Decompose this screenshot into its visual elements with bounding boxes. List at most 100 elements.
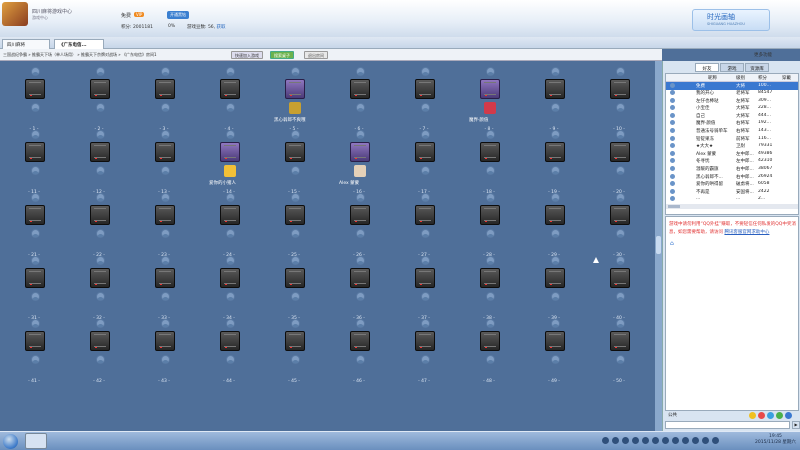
game-table[interactable]: - 50 - [589,319,649,384]
table-top[interactable] [285,79,305,99]
game-table[interactable]: - 41 - [4,319,64,384]
table-top[interactable] [220,142,240,162]
seat-top[interactable] [226,130,235,139]
seat-top[interactable] [616,130,625,139]
game-table[interactable]: - 35 - [264,256,324,321]
table-top[interactable] [285,205,305,225]
seat-bottom[interactable] [616,355,625,364]
game-table[interactable]: - 48 - [459,319,519,384]
seat-top[interactable] [96,130,105,139]
table-top[interactable] [610,205,630,225]
seat-top[interactable] [356,193,365,202]
seat-bottom[interactable] [31,355,40,364]
table-top[interactable] [90,205,110,225]
table-top[interactable] [415,142,435,162]
taskbar-app-qq-game[interactable] [25,433,47,449]
home-icon[interactable]: ⌂ [670,241,678,247]
seat-top[interactable] [616,256,625,265]
game-table[interactable]: - 33 - [134,256,194,321]
chat-settings-icon[interactable] [767,412,774,419]
seat-bottom[interactable] [421,103,430,112]
seat-top[interactable] [551,67,560,76]
player-row[interactable]: ★大大★ 卫尉 79331 [666,143,798,151]
game-coins-action-link[interactable]: 获取 [217,25,226,30]
tray-mail-icon[interactable] [692,437,699,444]
seat-top[interactable] [96,67,105,76]
seat-bottom[interactable] [486,292,495,301]
tray-network-icon[interactable] [612,437,619,444]
game-table[interactable]: - 25 - [264,193,324,258]
game-table[interactable]: - 3 - [134,67,194,132]
table-top[interactable] [480,79,500,99]
player-row[interactable]: 普通法号骑单车 右将军 143... [666,128,798,136]
seat-bottom[interactable] [31,166,40,175]
seat-bottom[interactable] [421,229,430,238]
table-top[interactable] [285,142,305,162]
game-table[interactable]: - 9 - [524,67,584,132]
seat-top[interactable] [616,319,625,328]
seat-top[interactable] [421,130,430,139]
open-vip-button[interactable]: 开通黑钻 [167,11,189,19]
seat-bottom[interactable] [486,229,495,238]
gift-icon[interactable] [758,412,765,419]
seat-top[interactable] [616,193,625,202]
table-top[interactable] [350,205,370,225]
brand-banner[interactable]: 时光画轴 SHIGUANG HUAZHOU [692,9,770,31]
game-table[interactable]: - 13 - [134,130,194,195]
seat-top[interactable] [31,193,40,202]
seat-top[interactable] [486,319,495,328]
seat-bottom[interactable] [551,103,560,112]
seat-top[interactable] [96,319,105,328]
col-wear[interactable]: 穿戴 [782,75,791,81]
seat-bottom[interactable] [161,103,170,112]
seat-top[interactable] [486,256,495,265]
seat-top[interactable] [486,193,495,202]
help-link[interactable]: 腾讯客服官网求助中心 [724,230,769,235]
seat-top[interactable] [616,67,625,76]
player-avatar[interactable] [289,102,301,114]
tray-power-icon[interactable] [712,437,719,444]
tray-user-icon[interactable] [652,437,659,444]
chat-scope-select[interactable]: 公共 [668,412,677,418]
seat-bottom[interactable] [356,229,365,238]
table-top[interactable] [155,331,175,351]
table-top[interactable] [155,205,175,225]
seat-top[interactable] [356,130,365,139]
player-list-scroll-thumb[interactable] [668,205,680,208]
seat-bottom[interactable] [291,229,300,238]
seat-bottom[interactable] [616,166,625,175]
table-top[interactable] [90,331,110,351]
seat-top[interactable] [421,319,430,328]
seat-bottom[interactable] [226,229,235,238]
game-table[interactable]: - 21 - [4,193,64,258]
more-functions-menu[interactable]: 更多功能 [754,52,772,58]
seat-bottom[interactable] [421,166,430,175]
table-top[interactable] [90,268,110,288]
seat-top[interactable] [226,193,235,202]
table-top[interactable] [415,79,435,99]
table-top[interactable] [155,79,175,99]
table-top[interactable] [90,142,110,162]
table-top[interactable] [610,79,630,99]
tray-qq-icon[interactable] [602,437,609,444]
seat-top[interactable] [551,256,560,265]
seat-top[interactable] [161,193,170,202]
seat-top[interactable] [96,256,105,265]
player-row[interactable]: ...... 2... [666,196,798,204]
seat-bottom[interactable] [291,355,300,364]
table-top[interactable] [155,142,175,162]
player-row[interactable]: 我的开心 老将军 84547 [666,90,798,98]
seat-top[interactable] [421,193,430,202]
table-top[interactable] [220,79,240,99]
seat-top[interactable] [551,319,560,328]
exit-room-button[interactable]: 退出房间 [304,51,328,59]
seat-bottom[interactable] [551,292,560,301]
seat-bottom[interactable] [96,355,105,364]
table-top[interactable] [350,79,370,99]
seat-top[interactable] [226,256,235,265]
table-top[interactable] [155,268,175,288]
tab-room[interactable]: 《广东电信... [54,39,104,49]
game-table[interactable]: - 40 - [589,256,649,321]
seat-bottom[interactable] [226,103,235,112]
table-top[interactable] [220,268,240,288]
